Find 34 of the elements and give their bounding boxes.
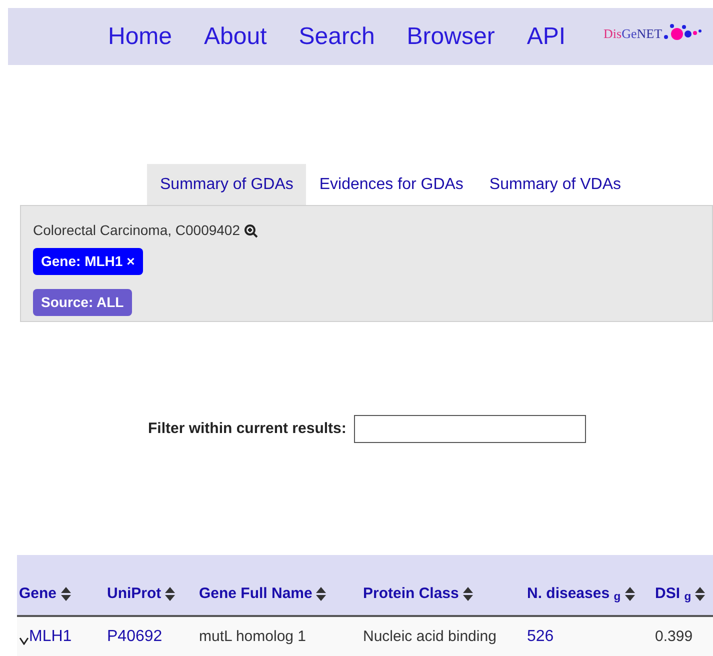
- sort-icon[interactable]: [624, 586, 635, 601]
- table-cell-text: 0.399: [655, 626, 693, 647]
- nav-link[interactable]: About: [200, 18, 271, 54]
- table-link[interactable]: MLH1: [29, 625, 72, 649]
- logo[interactable]: DisGeNET: [604, 22, 704, 44]
- nav-link[interactable]: Search: [294, 18, 379, 54]
- table-link[interactable]: P40692: [107, 625, 162, 649]
- tab[interactable]: Summary of GDAs: [147, 164, 306, 205]
- column-header[interactable]: UniProt: [107, 582, 162, 605]
- table-link[interactable]: 526: [527, 625, 554, 649]
- zoom-in-icon[interactable]: [244, 224, 258, 238]
- table-cell-text: mutL homolog 1: [199, 626, 306, 647]
- column-header[interactable]: Protein Class: [363, 582, 459, 605]
- nav-link[interactable]: Browser: [402, 18, 499, 54]
- column-header[interactable]: Gene Full Name: [199, 582, 312, 605]
- column-header[interactable]: N. diseases $_{g}$: [527, 582, 621, 605]
- nav-link[interactable]: Home: [104, 18, 176, 54]
- sort-icon[interactable]: [462, 586, 473, 601]
- table-cell-text: Nucleic acid binding: [363, 626, 496, 647]
- gene-filter-tag[interactable]: Gene: MLH1 ×: [33, 248, 143, 275]
- expand-chevron-icon[interactable]: [19, 637, 29, 645]
- filter-input[interactable]: [354, 415, 586, 443]
- source-filter-tag: Source: ALL: [33, 289, 132, 316]
- logo-text: DisGeNET: [604, 25, 662, 43]
- column-header[interactable]: Gene: [19, 582, 57, 605]
- sort-icon[interactable]: [695, 586, 706, 601]
- sort-icon[interactable]: [165, 586, 176, 601]
- remove-icon[interactable]: ×: [126, 253, 135, 269]
- disease-label: Colorectal Carcinoma, C0009402: [33, 221, 240, 240]
- sort-icon[interactable]: [316, 586, 326, 601]
- sort-icon[interactable]: [60, 586, 71, 601]
- column-header[interactable]: DSI $_{g}$: [655, 582, 692, 605]
- filter-label: Filter within current results:: [148, 418, 346, 439]
- nav-link[interactable]: API: [522, 18, 570, 54]
